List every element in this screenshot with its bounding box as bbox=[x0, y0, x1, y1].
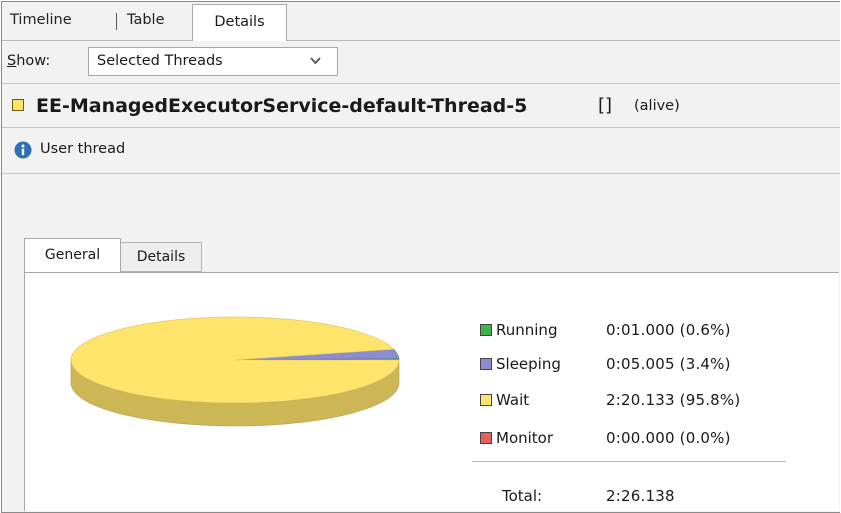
tab-timeline[interactable]: Timeline bbox=[10, 2, 72, 40]
legend-item-running: Running 0:01.000 (0.6%) bbox=[480, 320, 820, 340]
pie-slice-wait bbox=[70, 316, 400, 404]
legend-swatch-running bbox=[480, 324, 492, 336]
total-divider bbox=[472, 461, 786, 462]
thread-header: EE-ManagedExecutorService-default-Thread… bbox=[2, 84, 840, 128]
legend-label-running: Running bbox=[496, 321, 558, 339]
legend-item-wait: Wait 2:20.133 (95.8%) bbox=[480, 390, 820, 410]
thread-extra: [] bbox=[598, 95, 613, 116]
legend-time-monitor: 0:00.000 bbox=[606, 429, 675, 447]
thread-name: EE-ManagedExecutorService-default-Thread… bbox=[36, 95, 528, 117]
thread-state-swatch bbox=[12, 99, 24, 111]
info-icon bbox=[14, 141, 32, 159]
chevron-down-icon bbox=[310, 57, 321, 65]
thread-state: (alive) bbox=[634, 98, 680, 114]
legend-value-sleeping: 0:05.005 (3.4%) bbox=[606, 354, 731, 374]
legend-percent-wait: (95.8%) bbox=[679, 391, 741, 409]
legend-swatch-sleeping bbox=[480, 358, 492, 370]
total-label: Total: bbox=[502, 487, 543, 505]
legend-value-wait: 2:20.133 (95.8%) bbox=[606, 390, 740, 410]
show-dropdown-value: Selected Threads bbox=[97, 53, 223, 69]
show-label-mnemonic: S bbox=[7, 53, 17, 69]
legend-item-monitor: Monitor 0:00.000 (0.0%) bbox=[480, 428, 820, 448]
show-dropdown[interactable]: Selected Threads bbox=[88, 47, 338, 76]
thread-info-bar: User thread bbox=[2, 128, 840, 174]
thread-state-pie-chart bbox=[70, 316, 400, 427]
legend-percent-running: (0.6%) bbox=[679, 321, 731, 339]
legend-swatch-wait bbox=[480, 394, 492, 406]
legend-time-running: 0:01.000 bbox=[606, 321, 675, 339]
legend-value-monitor: 0:00.000 (0.0%) bbox=[606, 428, 731, 448]
tab-inner-details[interactable]: Details bbox=[121, 242, 202, 272]
legend-time-wait: 2:20.133 bbox=[606, 391, 675, 409]
legend-swatch-monitor bbox=[480, 432, 492, 444]
legend-item-sleeping: Sleeping 0:05.005 (3.4%) bbox=[480, 354, 820, 374]
show-toolbar: Show: Selected Threads bbox=[2, 41, 840, 84]
total-value: 2:26.138 bbox=[606, 487, 675, 505]
show-label: Show: bbox=[7, 41, 50, 81]
tab-table[interactable]: Table bbox=[127, 2, 165, 40]
thread-type-text: User thread bbox=[40, 141, 126, 157]
view-tab-bar: Timeline Table Details bbox=[2, 2, 840, 41]
show-label-rest: how: bbox=[16, 53, 51, 69]
legend-label-wait: Wait bbox=[496, 391, 530, 409]
legend-time-sleeping: 0:05.005 bbox=[606, 355, 675, 373]
legend-label-sleeping: Sleeping bbox=[496, 355, 561, 373]
legend-label-monitor: Monitor bbox=[496, 429, 554, 447]
legend-percent-monitor: (0.0%) bbox=[679, 429, 731, 447]
tab-separator bbox=[116, 13, 117, 30]
tab-general[interactable]: General bbox=[24, 238, 121, 273]
legend-value-running: 0:01.000 (0.6%) bbox=[606, 320, 731, 340]
tab-details[interactable]: Details bbox=[192, 4, 287, 41]
legend-percent-sleeping: (3.4%) bbox=[679, 355, 731, 373]
